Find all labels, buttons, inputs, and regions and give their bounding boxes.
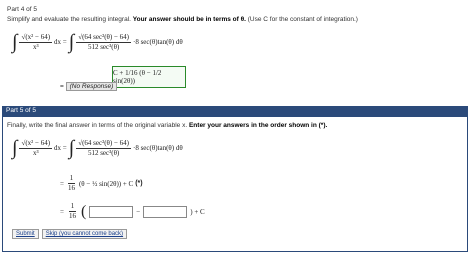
part5-instructions: Finally, write the final answer in terms… bbox=[7, 122, 327, 129]
action-buttons: Submit Skip (you cannot come back) bbox=[12, 229, 128, 239]
part4-rhs-denominator: 512 sec³(θ) bbox=[87, 42, 120, 51]
part4-instruction-bold: Your answer should be in terms of θ. bbox=[132, 16, 246, 23]
part5-rhs-fraction: √(64 sec²(θ) − 64) 512 sec³(θ) bbox=[76, 139, 131, 158]
part5-lhs-fraction: √(x² − 64) x³ bbox=[19, 138, 53, 158]
part5-heading-bar: Part 5 of 5 bbox=[2, 106, 468, 116]
part5-final-tail: ) + C bbox=[190, 207, 205, 216]
part5-final-frac-num: 1 bbox=[68, 202, 77, 212]
part4-rhs-numerator: √(64 sec²(θ) − 64) bbox=[76, 32, 131, 43]
part4-response-row: = (No Response) bbox=[60, 82, 118, 91]
part4-rhs-tail: ·8 sec(θ)tan(θ) dθ bbox=[133, 38, 183, 46]
submit-button[interactable]: Submit bbox=[12, 229, 39, 239]
part4-lhs-fraction: √(x² − 64) x³ bbox=[19, 32, 53, 52]
part5-final-answer-row: = 1 16 ( − ) + C bbox=[60, 202, 205, 221]
integral-sign: ∫ bbox=[68, 31, 75, 53]
part5-lhs-numerator: √(x² − 64) bbox=[19, 138, 53, 149]
part5-final-fraction: 1 16 bbox=[67, 202, 78, 221]
part4-response-prefix: = bbox=[60, 83, 64, 90]
part4-instructions: Simplify and evaluate the resulting inte… bbox=[7, 16, 358, 23]
part5-rhs-numerator: √(64 sec²(θ) − 64) bbox=[76, 138, 131, 149]
open-paren: ( bbox=[80, 202, 87, 220]
skip-button[interactable]: Skip (you cannot come back) bbox=[41, 229, 128, 239]
part4-rhs-fraction: √(64 sec²(θ) − 64) 512 sec³(θ) bbox=[76, 33, 131, 52]
part4-lhs-denominator: x³ bbox=[32, 42, 39, 51]
part4-instruction-tail: (Use C for the constant of integration.) bbox=[247, 16, 358, 23]
part5-instruction-bold: Enter your answers in the order shown in… bbox=[188, 122, 328, 129]
part4-instruction-plain: Simplify and evaluate the resulting inte… bbox=[7, 16, 131, 23]
integral-sign: ∫ bbox=[12, 137, 18, 159]
no-response-badge: (No Response) bbox=[65, 82, 118, 91]
part4-heading: Part 4 of 5 bbox=[7, 6, 37, 13]
part5-step-expression: = 1 16 (θ − ½ sin(2θ)) + C (*) bbox=[60, 174, 143, 193]
answer-input-1[interactable] bbox=[89, 205, 134, 218]
answer-input-2[interactable] bbox=[143, 205, 188, 218]
part5-step-body: (θ − ½ sin(2θ)) + C bbox=[78, 179, 134, 188]
part4-answer-box: C + 1/16 (θ − 1/2 sin(2θ)) bbox=[112, 66, 186, 88]
part5-final-minus: − bbox=[136, 207, 141, 216]
part5-step-frac-den: 16 bbox=[67, 184, 75, 192]
part5-step-star: (*) bbox=[135, 180, 143, 187]
part5-step-fraction: 1 16 bbox=[66, 174, 77, 193]
part5-rhs-tail: ·8 sec(θ)tan(θ) dθ bbox=[133, 144, 183, 152]
integral-sign: ∫ bbox=[68, 137, 75, 159]
part5-step-frac-num: 1 bbox=[67, 174, 76, 184]
part5-instruction-plain: Finally, write the final answer in terms… bbox=[7, 122, 188, 129]
part5-rhs-denominator: 512 sec³(θ) bbox=[87, 148, 120, 157]
part5-dx: dx = bbox=[54, 144, 67, 152]
part5-final-frac-den: 16 bbox=[68, 212, 76, 220]
integral-sign: ∫ bbox=[12, 31, 18, 53]
part4-lhs-numerator: √(x² − 64) bbox=[19, 32, 53, 43]
part4-dx: dx = bbox=[54, 38, 67, 46]
part5-integral-expression: ∫ √(x² − 64) x³ dx = ∫ √(64 sec²(θ) − 64… bbox=[12, 138, 183, 158]
part5-lhs-denominator: x³ bbox=[32, 148, 39, 157]
part5-step-prefix: = bbox=[60, 179, 64, 188]
part4-integral-expression: ∫ √(x² − 64) x³ dx = ∫ √(64 sec²(θ) − 64… bbox=[12, 32, 183, 52]
part5-final-prefix: = bbox=[60, 207, 64, 216]
